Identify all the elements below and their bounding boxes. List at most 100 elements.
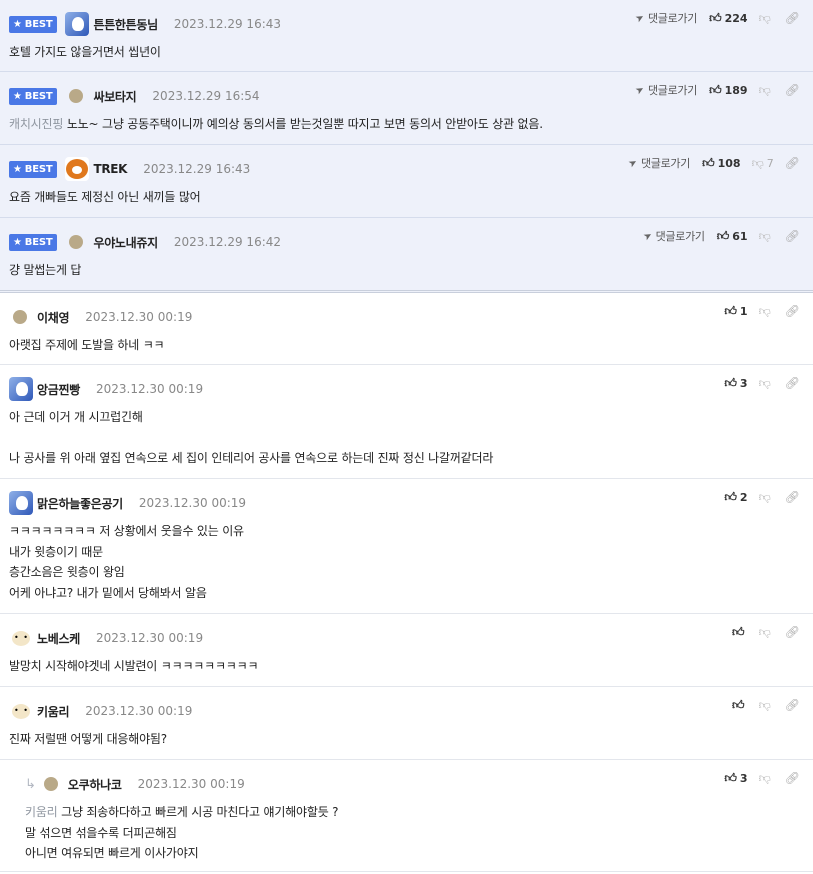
goto-reply-button[interactable]: ➤ 댓글로가기: [626, 155, 691, 171]
comment: 앙금찐빵 2023.12.30 00:19 아 근데 이거 개 시끄럽긴해 나 공사…: [0, 365, 813, 479]
avatar[interactable]: [69, 89, 84, 103]
link-icon[interactable]: 🔗︎: [785, 229, 800, 243]
send-arrow-icon: ➤: [626, 156, 640, 170]
thumb-up-icon: 👍︎: [732, 624, 745, 639]
mention-link[interactable]: 캐치시진핑: [9, 117, 63, 131]
avatar[interactable]: [13, 310, 27, 324]
comment-meta: ★ BEST 우야노내쥬지 2023.12.29 16:42: [9, 230, 281, 254]
avatar[interactable]: [65, 12, 90, 36]
thumb-down-icon: 👎︎: [758, 82, 771, 97]
nickname[interactable]: 키움리: [37, 703, 70, 720]
comment-actions: 👍︎ 1 👎︎ 🔗︎: [724, 302, 800, 320]
upvote-count: 224: [724, 11, 748, 25]
nickname[interactable]: 튼튼한튼동님: [93, 16, 158, 33]
avatar[interactable]: [9, 491, 33, 515]
nickname[interactable]: 맑은하늘좋은공기: [37, 495, 123, 512]
best-badge-label: BEST: [24, 18, 53, 30]
thumb-down-icon: 👎︎: [758, 697, 771, 712]
thumb-down-icon: 👎︎: [758, 228, 771, 243]
upvote-button[interactable]: 👍︎ 1: [724, 304, 747, 319]
comment-text: 노노~ 그냥 공동주택이니까 예의상 동의서를 받는것일뿐 따지고 보면 동의서…: [66, 117, 543, 131]
mention-link[interactable]: 키움리: [25, 805, 58, 819]
link-icon[interactable]: 🔗︎: [785, 156, 800, 170]
comment: 이채영 2023.12.30 00:19 아랫집 주제에 도발을 하네 ㅋㅋ 👍︎ 1 👎…: [0, 293, 813, 365]
avatar[interactable]: [43, 777, 58, 791]
avatar[interactable]: [9, 699, 33, 723]
goto-reply-button[interactable]: ➤ 댓글로가기: [641, 228, 705, 244]
comment-body: 아 근데 이거 개 시끄럽긴해 나 공사를 위 아래 옆집 연속으로 세 집이 …: [9, 407, 493, 469]
upvote-button[interactable]: 👍︎ 3: [724, 771, 747, 786]
link-icon[interactable]: 🔗︎: [785, 376, 800, 390]
goto-reply-button[interactable]: ➤ 댓글로가기: [634, 10, 698, 26]
link-icon[interactable]: 🔗︎: [785, 771, 800, 785]
downvote-button[interactable]: 👎︎: [759, 490, 774, 505]
downvote-button[interactable]: 👎︎: [759, 625, 774, 640]
comment-meta: 앙금찐빵 2023.12.30 00:19: [9, 377, 203, 401]
avatar[interactable]: [69, 235, 84, 249]
downvote-button[interactable]: 👎︎: [759, 376, 774, 391]
avatar[interactable]: [9, 377, 33, 401]
best-comment: ★ BEST TREK 2023.12.29 16:43 요즘 개빠들도 제정신 아닌 …: [0, 145, 813, 218]
comment-meta: 키움리 2023.12.30 00:19: [9, 699, 192, 723]
nickname[interactable]: 앙금찐빵: [37, 381, 80, 398]
thumb-up-icon: 👍︎: [709, 10, 722, 25]
downvote-button[interactable]: 👎︎: [759, 771, 774, 786]
thumb-up-icon: 👍︎: [709, 82, 722, 97]
comment-actions: 👍︎ 3 👎︎ 🔗︎: [724, 374, 800, 392]
link-icon[interactable]: 🔗︎: [785, 83, 800, 97]
thumb-down-icon: 👎︎: [758, 489, 771, 504]
nickname[interactable]: 우야노내쥬지: [93, 234, 158, 251]
avatar[interactable]: [9, 626, 33, 650]
upvote-button[interactable]: 👍︎ 108: [702, 156, 741, 171]
thumb-up-icon: 👍︎: [724, 375, 737, 390]
upvote-button[interactable]: 👍︎ 224: [709, 11, 748, 26]
upvote-button[interactable]: 👍︎ 2: [724, 490, 747, 505]
downvote-button[interactable]: 👎︎: [759, 229, 774, 244]
thumb-up-icon: 👍︎: [724, 770, 737, 785]
link-icon[interactable]: 🔗︎: [785, 490, 800, 504]
comment-text: 아 근데 이거 개 시끄럽긴해 나 공사를 위 아래 옆집 연속으로 세 집이 …: [9, 410, 494, 466]
link-icon[interactable]: 🔗︎: [785, 698, 800, 712]
comment-actions: 👍︎ 👎︎ 🔗︎: [732, 696, 800, 714]
link-icon[interactable]: 🔗︎: [785, 625, 800, 639]
upvote-count: 3: [739, 376, 748, 390]
goto-reply-button[interactable]: ➤ 댓글로가기: [634, 82, 698, 98]
nickname[interactable]: 노베스케: [37, 630, 80, 647]
comment-actions: 👍︎ 👎︎ 🔗︎: [732, 623, 800, 641]
best-badge-label: BEST: [24, 163, 53, 175]
comment-body: 걍 말썹는게 답: [9, 260, 81, 281]
comment-meta: 노베스케 2023.12.30 00:19: [9, 626, 203, 650]
nickname[interactable]: TREK: [93, 162, 127, 176]
comment-meta: 맑은하늘좋은공기 2023.12.30 00:19: [9, 491, 246, 515]
upvote-button[interactable]: 👍︎ 3: [724, 376, 747, 391]
thumb-up-icon: 👍︎: [716, 228, 730, 243]
comment: 키움리 2023.12.30 00:19 진짜 저럴땐 어떻게 대응해야됨? 👍︎ 👎︎…: [0, 687, 813, 760]
downvote-button[interactable]: 👎︎ 7: [752, 156, 774, 171]
send-arrow-icon: ➤: [641, 229, 654, 243]
downvote-button[interactable]: 👎︎: [759, 304, 774, 319]
avatar[interactable]: [65, 157, 90, 181]
comment-actions: ➤ 댓글로가기 👍︎ 189 👎︎ 🔗︎: [634, 81, 800, 99]
link-icon[interactable]: 🔗︎: [785, 11, 800, 25]
comment-meta: ↳ 오쿠하나코 2023.12.30 00:19: [25, 772, 245, 796]
downvote-button[interactable]: 👎︎: [759, 11, 774, 26]
goto-reply-label: 댓글로가기: [640, 157, 691, 170]
reply-comment: ↳ 오쿠하나코 2023.12.30 00:19 키움리 그냥 죄송하다하고 빠르게 …: [0, 760, 813, 872]
comment-text: 호텔 가지도 않을거면서 씹년이: [9, 45, 161, 59]
star-icon: ★: [13, 236, 22, 248]
timestamp: 2023.12.30 00:19: [137, 777, 245, 791]
nickname[interactable]: 싸보타지: [93, 88, 136, 105]
upvote-button[interactable]: 👍︎ 189: [709, 83, 748, 98]
downvote-button[interactable]: 👎︎: [759, 698, 774, 713]
upvote-button[interactable]: 👍︎ 61: [717, 229, 748, 244]
nickname[interactable]: 오쿠하나코: [68, 776, 122, 793]
upvote-button[interactable]: 👍︎: [732, 625, 748, 640]
downvote-button[interactable]: 👎︎: [759, 83, 774, 98]
link-icon[interactable]: 🔗︎: [785, 304, 800, 318]
best-badge: ★ BEST: [9, 87, 58, 105]
thumb-up-icon: 👍︎: [732, 697, 745, 712]
nickname[interactable]: 이채영: [37, 309, 70, 326]
comment-actions: 👍︎ 3 👎︎ 🔗︎: [724, 769, 800, 787]
comment-body: 진짜 저럴땐 어떻게 대응해야됨?: [9, 729, 167, 750]
upvote-button[interactable]: 👍︎: [732, 698, 748, 713]
